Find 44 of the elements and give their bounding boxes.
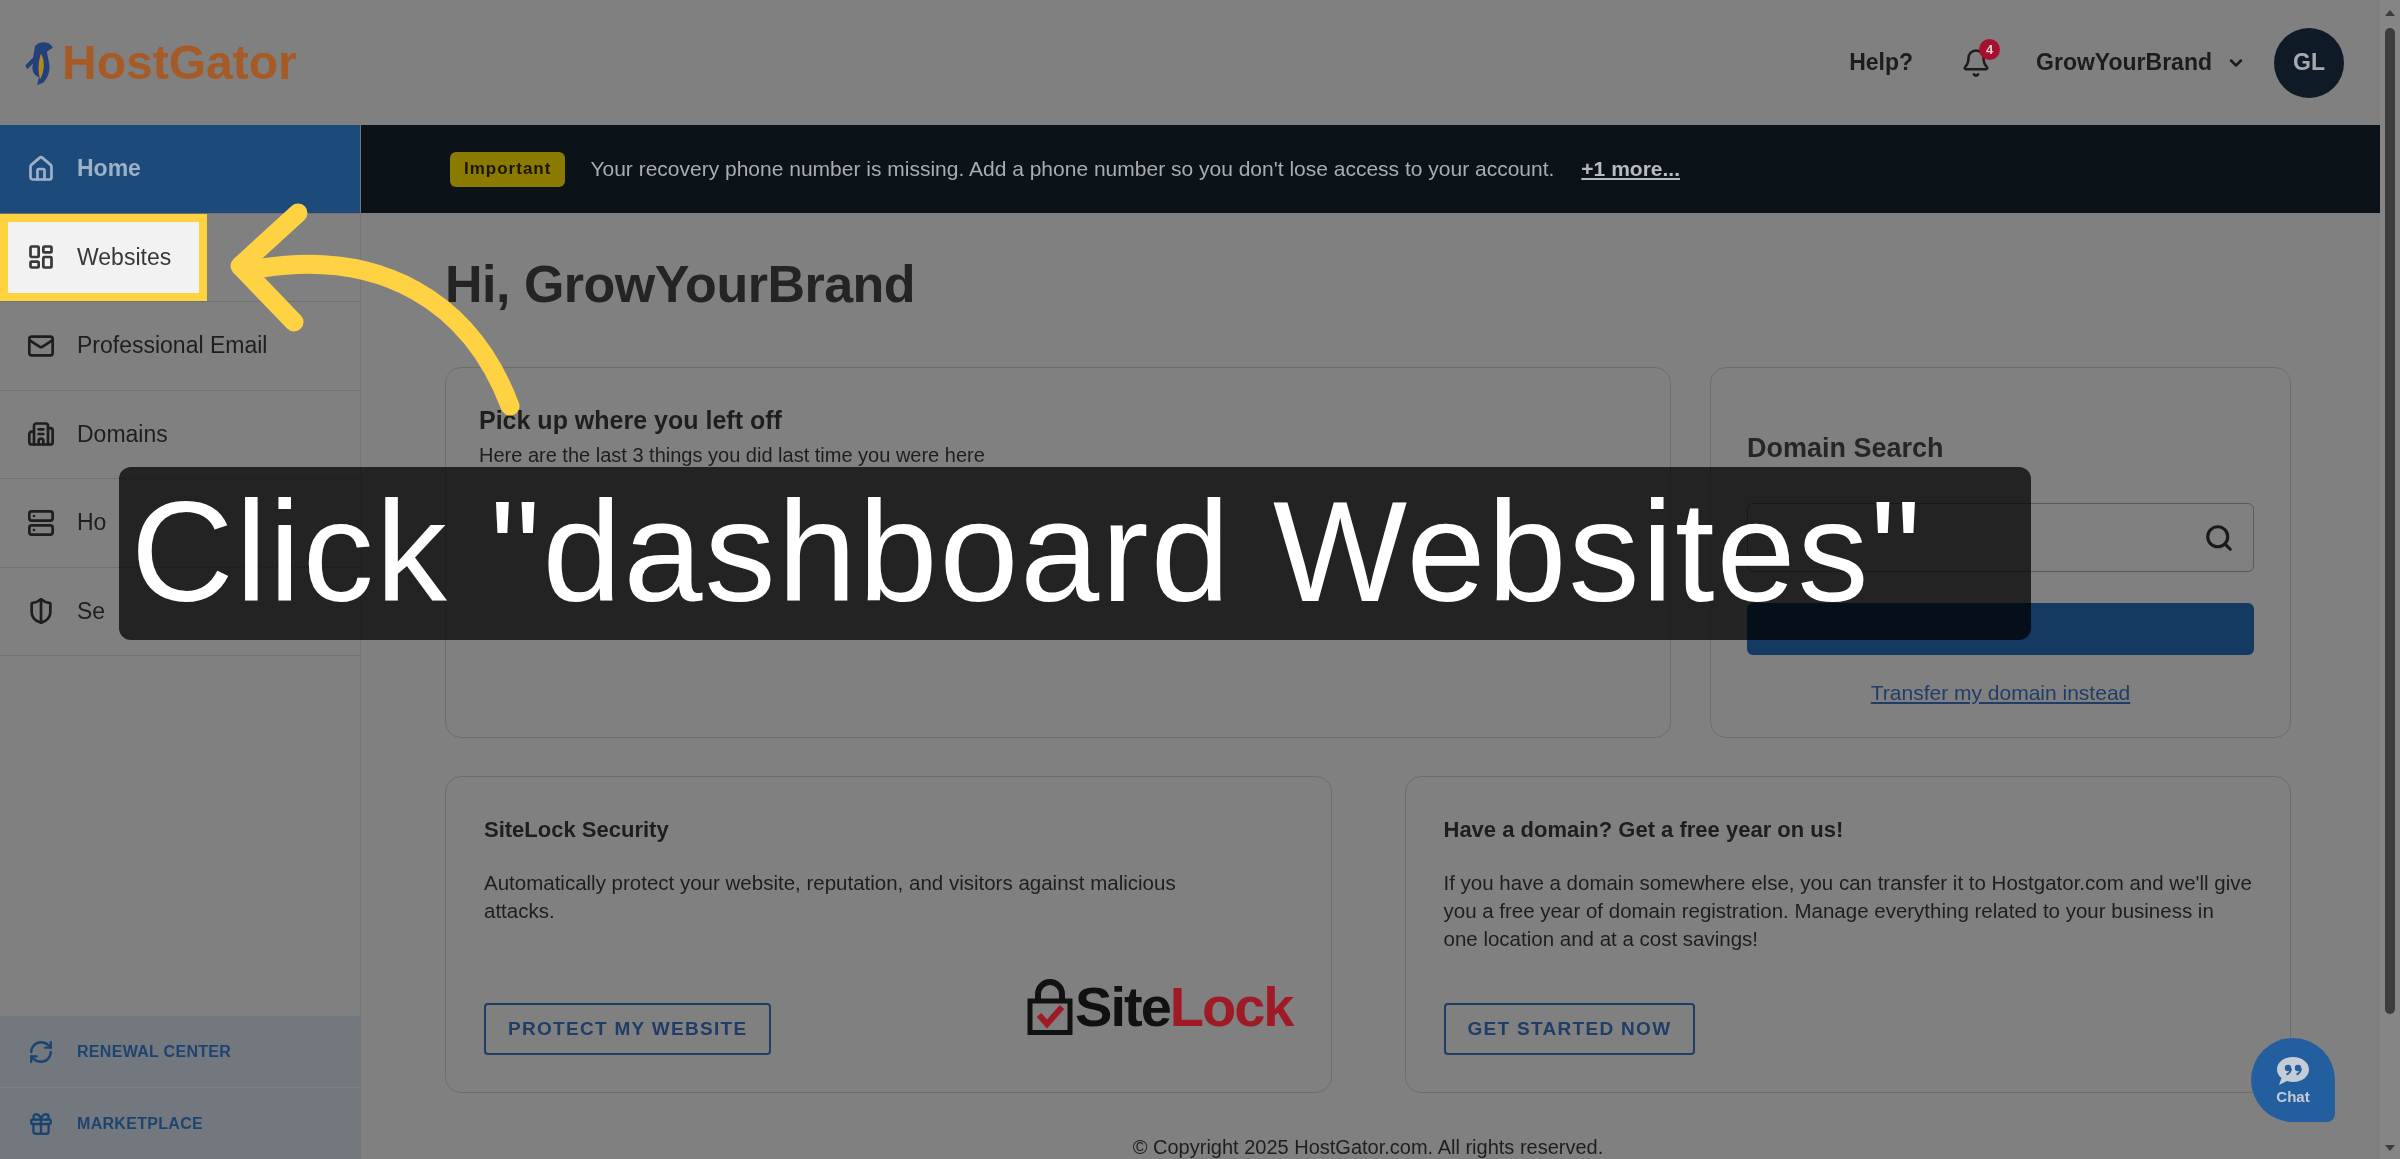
account-menu-button[interactable]: GrowYourBrand (2036, 49, 2246, 76)
card-title: Pick up where you left off (479, 405, 783, 436)
shield-icon (27, 597, 55, 626)
dashboard-grid-icon (27, 243, 55, 272)
more-alerts-link[interactable]: +1 more... (1581, 157, 1680, 181)
notification-badge: 4 (1979, 38, 2001, 60)
sidebar-item[interactable]: Se (0, 567, 118, 655)
card-title: Have a domain? Get a free year on us! (1443, 817, 1845, 843)
sidebar-item[interactable]: Home (0, 125, 360, 213)
padlock-check-icon (1027, 979, 1074, 1035)
scrollbar[interactable] (2380, 0, 2400, 1159)
building-icon (27, 420, 55, 449)
greeting-heading: Hi, GrowYourBrand (445, 254, 917, 314)
important-badge: Important (450, 151, 566, 187)
scrollbar-thumb[interactable] (2385, 28, 2395, 1014)
card-subtitle: Here are the last 3 things you did last time you were here (479, 443, 986, 468)
scroll-down-icon[interactable] (2385, 1145, 2395, 1151)
card-title: SiteLock Security (484, 817, 670, 843)
alert-message: Your recovery phone number is missing. Add a phone number so you don't lose access to your account. (590, 157, 1555, 181)
home-icon (27, 154, 55, 183)
sidebar-item[interactable]: Professional Email (0, 302, 280, 390)
speech-bubble-icon (2276, 1055, 2310, 1086)
help-link[interactable]: Help? (1849, 49, 1914, 76)
scroll-up-icon[interactable] (2385, 10, 2395, 16)
refresh-icon (28, 1038, 54, 1065)
gift-icon (28, 1110, 54, 1137)
sitelock-logo-wordmark: SiteLock (1075, 979, 1293, 1035)
card-description: If you have a domain somewhere else, you can transfer it to Hostgator.com and we'll give you a free year of domain registration. Manage everything related to your business in one location and at a cost savings! (1443, 870, 2252, 952)
instruction-tooltip: Click "dashboard Websites" (119, 467, 2031, 640)
avatar: GL (2274, 27, 2344, 98)
sidebar-footer-link[interactable]: MARKETPLACE (0, 1087, 360, 1159)
sidebar-item[interactable]: Websites (0, 213, 207, 301)
search-icon[interactable] (2204, 522, 2234, 553)
sidebar-footer-link[interactable]: RENEWAL CENTER (0, 1015, 360, 1087)
copyright-text: © Copyright 2025 HostGator.com. All rights reserved. (1131, 1135, 1605, 1159)
promo-button[interactable]: GET STARTED NOW (1443, 1003, 1696, 1055)
transfer-domain-link[interactable]: Transfer my domain instead (1870, 679, 2131, 707)
chat-button[interactable]: Chat (2251, 1038, 2335, 1122)
card-title: Domain Search (1747, 432, 1945, 465)
promo-button[interactable]: PROTECT MY WEBSITE (484, 1003, 772, 1055)
server-icon (27, 508, 55, 537)
card-description: Automatically protect your website, reputation, and visitors against malicious attacks. (484, 870, 1177, 924)
sidebar-item[interactable]: Ho (0, 479, 119, 567)
logo-wordmark: HostGator (62, 38, 297, 87)
